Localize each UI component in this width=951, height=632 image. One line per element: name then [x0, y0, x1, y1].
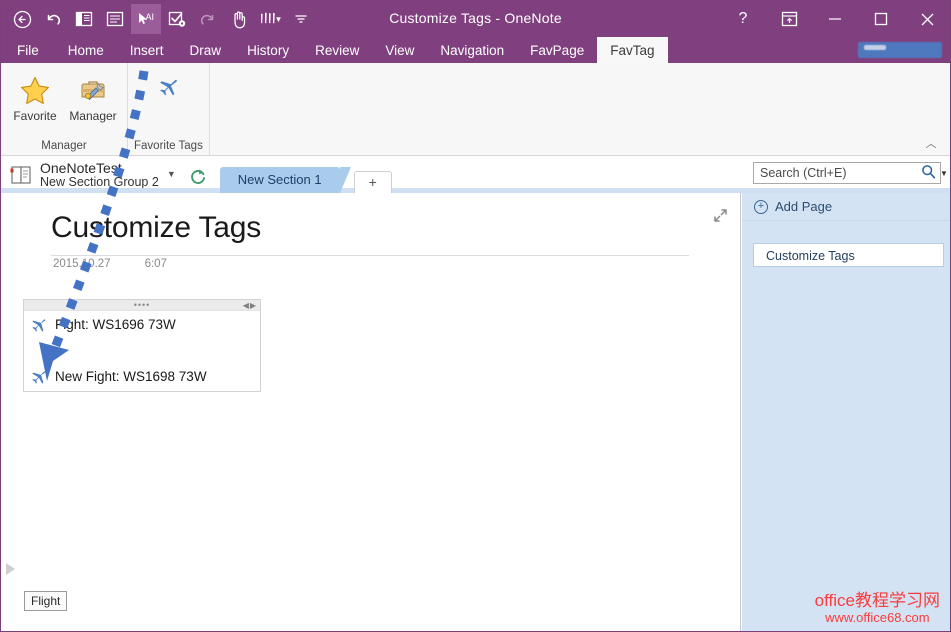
tab-review[interactable]: Review: [302, 37, 372, 63]
favorite-button-label: Favorite: [13, 109, 56, 123]
pen-tools-icon[interactable]: ▼: [255, 4, 285, 34]
watermark-line-2: www.office68.com: [815, 611, 940, 625]
search-box[interactable]: ▼: [753, 162, 941, 184]
title-divider: [51, 255, 689, 256]
onenote-window: AI ▼ Customize Tags - OneNote ?: [0, 0, 951, 632]
tab-history[interactable]: History: [234, 37, 302, 63]
airplane-tag-icon[interactable]: [28, 316, 47, 332]
ribbon-group-label-manager: Manager: [7, 137, 121, 156]
watermark: office教程学习网 www.office68.com: [815, 592, 940, 625]
favorite-button[interactable]: Favorite: [7, 69, 63, 123]
tab-insert[interactable]: Insert: [117, 37, 177, 63]
window-controls: ?: [720, 1, 950, 37]
page-timestamp: 2015.10.27 6:07: [53, 258, 167, 270]
tab-file[interactable]: File: [1, 37, 55, 63]
expand-arrow-icon[interactable]: [710, 205, 730, 225]
airplane-tag-icon[interactable]: [28, 368, 47, 384]
plus-circle-icon: +: [754, 200, 768, 214]
minimize-button[interactable]: [812, 1, 858, 37]
manager-button-label: Manager: [69, 109, 116, 123]
page-title[interactable]: Customize Tags: [51, 211, 261, 245]
note-line-1-text: Fight: WS1696 73W: [55, 317, 176, 332]
page-list-item-customize-tags[interactable]: Customize Tags: [753, 243, 944, 267]
tab-favtag[interactable]: FavTag: [597, 37, 667, 63]
note-container[interactable]: •••• ◀▶ Fight: WS1696 73W New Fight: WS1: [23, 299, 261, 392]
tab-home[interactable]: Home: [55, 37, 117, 63]
add-section-button[interactable]: +: [354, 171, 392, 193]
panning-hand-icon[interactable]: [224, 4, 254, 34]
notebook-icon: [9, 164, 35, 186]
dock-to-desktop-icon[interactable]: [69, 4, 99, 34]
help-button[interactable]: ?: [720, 1, 766, 37]
note-handle-dots: ••••: [134, 303, 151, 307]
search-options-caret-icon[interactable]: ▼: [938, 169, 951, 178]
pen-tools-caret-icon[interactable]: ▼: [275, 15, 283, 24]
add-page-label: Add Page: [775, 199, 832, 214]
favorite-tag-flight-button[interactable]: [134, 69, 200, 102]
redo-icon[interactable]: [193, 4, 223, 34]
toolbox-icon: [77, 73, 109, 107]
search-input[interactable]: [754, 166, 921, 180]
note-resize-arrows-icon[interactable]: ◀▶: [243, 301, 257, 310]
page-time: 6:07: [145, 258, 167, 270]
select-type-icon[interactable]: AI: [131, 4, 161, 34]
chevron-down-icon[interactable]: ▼: [167, 169, 176, 181]
ribbon-body: Favorite: [1, 63, 950, 156]
note-line-2-text: New Fight: WS1698 73W: [55, 369, 207, 384]
account-name-redacted[interactable]: [858, 42, 942, 58]
full-page-view-icon[interactable]: [100, 4, 130, 34]
tab-navigation[interactable]: Navigation: [427, 37, 517, 63]
search-icon[interactable]: [921, 164, 938, 182]
note-handle-bar[interactable]: •••• ◀▶: [24, 300, 260, 311]
tab-favpage[interactable]: FavPage: [517, 37, 597, 63]
note-line-1[interactable]: Fight: WS1696 73W: [28, 316, 176, 332]
notebook-nav-bar: OneNoteTest New Section Group 2 ▼ New Se…: [1, 156, 950, 193]
add-page-button[interactable]: + Add Page: [742, 193, 950, 221]
tag-tooltip: Flight: [24, 591, 67, 611]
manager-button[interactable]: Manager: [65, 69, 121, 123]
tab-view[interactable]: View: [372, 37, 427, 63]
close-button[interactable]: [904, 1, 950, 37]
ribbon-display-options-icon[interactable]: [766, 1, 812, 37]
page-date: 2015.10.27: [53, 258, 111, 270]
undo-icon[interactable]: [38, 4, 68, 34]
watermark-line-1: office教程学习网: [815, 592, 940, 611]
ribbon-group-manager: Favorite: [1, 63, 128, 156]
page-list-pane: + Add Page Customize Tags office教程学习网 ww…: [742, 193, 950, 631]
ribbon-group-label-favorite-tags: Favorite Tags: [134, 137, 203, 156]
section-tabs: New Section 1 +: [220, 156, 392, 193]
notebook-name: OneNoteTest: [40, 161, 159, 176]
back-icon[interactable]: [7, 4, 37, 34]
ribbon-group-favorite-tags: Favorite Tags: [128, 63, 210, 156]
quick-access-toolbar: AI ▼: [1, 1, 316, 37]
tab-draw[interactable]: Draw: [177, 37, 235, 63]
page-pane-spacer: [742, 221, 950, 243]
maximize-button[interactable]: [858, 1, 904, 37]
ribbon-tab-bar: File Home Insert Draw History Review Vie…: [1, 37, 950, 63]
collapse-ribbon-icon[interactable]: ︿: [920, 133, 942, 153]
note-line-2[interactable]: New Fight: WS1698 73W: [28, 368, 207, 384]
page-canvas[interactable]: Customize Tags 2015.10.27 6:07 •••• ◀▶ F…: [1, 193, 741, 631]
svg-text:AI: AI: [146, 12, 155, 22]
star-icon: [19, 73, 51, 107]
customize-quick-access-icon[interactable]: [286, 4, 316, 34]
section-tab-new-section-1[interactable]: New Section 1: [220, 167, 340, 193]
title-bar: AI ▼ Customize Tags - OneNote ?: [1, 1, 950, 37]
paragraph-collapse-marker[interactable]: [6, 563, 15, 575]
insert-tag-icon[interactable]: [162, 4, 192, 34]
airplane-icon: [155, 75, 179, 102]
